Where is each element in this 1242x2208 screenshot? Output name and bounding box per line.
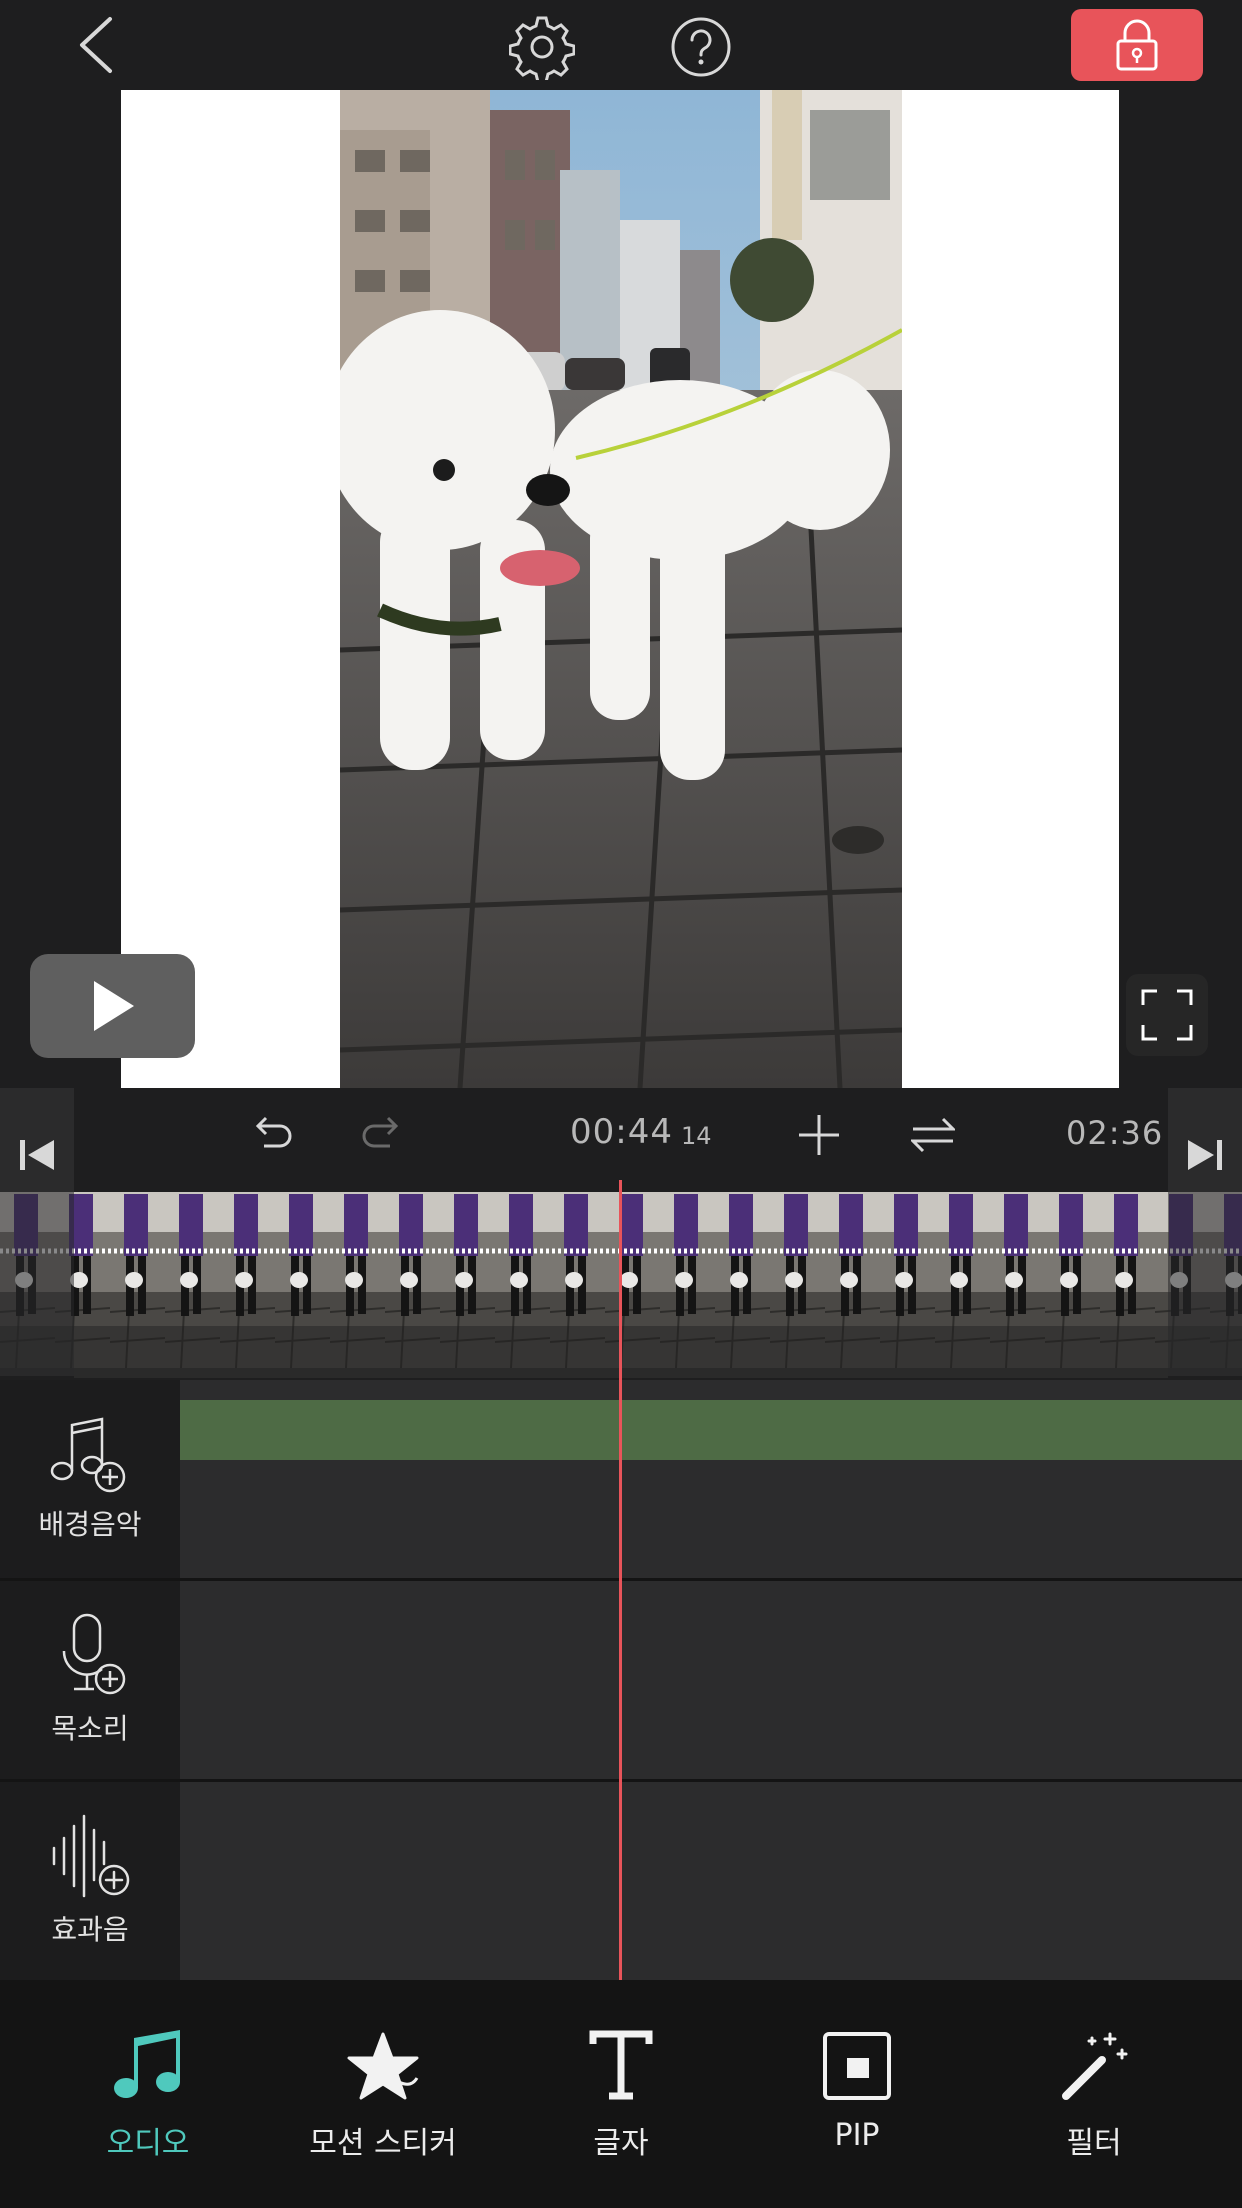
current-time: 00:44 xyxy=(570,1112,673,1152)
magic-wand-icon xyxy=(1062,2032,1128,2100)
voice-lane[interactable] xyxy=(180,1581,1242,1779)
track-label-voice: 목소리 xyxy=(51,1712,129,1745)
tool-motion-sticker-label: 모션 스티커 xyxy=(309,2126,457,2161)
fullscreen-icon xyxy=(1141,989,1193,1041)
redo-icon xyxy=(362,1116,399,1148)
video-preview xyxy=(121,90,1119,1088)
help-button[interactable] xyxy=(664,10,738,84)
skip-end-icon xyxy=(1188,1140,1222,1170)
tool-text-label: 글자 xyxy=(593,2126,649,2161)
plus-icon xyxy=(799,1115,839,1155)
play-icon xyxy=(93,981,134,1031)
lock-button[interactable] xyxy=(1071,9,1203,81)
swap-icon xyxy=(911,1117,955,1153)
back-icon xyxy=(80,17,112,73)
redo-button[interactable] xyxy=(356,1112,408,1158)
bgm-clip[interactable] xyxy=(180,1400,1242,1460)
skip-start-icon xyxy=(20,1140,54,1170)
bgm-lane[interactable] xyxy=(180,1380,1242,1578)
add-sound-effect-button[interactable]: 효과음 xyxy=(0,1782,180,1980)
filmstrip-left-shade xyxy=(0,1192,74,1376)
sfx-lane[interactable] xyxy=(180,1782,1242,1980)
tool-filter[interactable]: 필터 xyxy=(976,2030,1212,2162)
track-label-sfx: 효과음 xyxy=(51,1913,129,1946)
total-time: 02:36 xyxy=(1066,1114,1164,1152)
sound-effect-add-icon xyxy=(52,1814,130,1898)
undo-button[interactable] xyxy=(246,1112,298,1158)
top-bar xyxy=(0,0,1242,90)
swap-button[interactable] xyxy=(908,1112,958,1158)
tool-filter-label: 필터 xyxy=(1066,2126,1122,2161)
tool-pip[interactable]: PIP xyxy=(739,2030,975,2153)
skip-to-end-button[interactable] xyxy=(1182,1132,1228,1178)
lock-icon xyxy=(1116,19,1158,71)
undo-icon xyxy=(255,1116,292,1148)
text-icon xyxy=(589,2030,653,2100)
tool-text[interactable]: 글자 xyxy=(503,2030,739,2162)
add-voice-button[interactable]: 목소리 xyxy=(0,1581,180,1779)
mic-add-icon xyxy=(62,1613,126,1695)
video-scene-image xyxy=(340,90,902,1088)
play-button[interactable] xyxy=(30,954,195,1058)
playhead[interactable] xyxy=(619,1180,622,1982)
gear-icon xyxy=(509,16,575,80)
tool-motion-sticker[interactable]: 모션 스티커 xyxy=(265,2030,501,2162)
back-button[interactable] xyxy=(60,10,130,80)
settings-button[interactable] xyxy=(505,10,579,84)
music-add-icon xyxy=(50,1417,126,1493)
fullscreen-button[interactable] xyxy=(1126,974,1208,1056)
current-frame: 14 xyxy=(681,1122,712,1150)
skip-to-start-button[interactable] xyxy=(14,1132,60,1178)
pip-icon xyxy=(823,2032,891,2100)
filmstrip-right-shade xyxy=(1168,1192,1242,1376)
track-label-bgm: 배경음악 xyxy=(38,1508,142,1541)
music-note-icon xyxy=(114,2030,180,2098)
star-icon xyxy=(347,2032,419,2100)
help-icon xyxy=(671,17,731,77)
add-bgm-button[interactable]: 배경음악 xyxy=(0,1380,180,1578)
tool-audio[interactable]: 오디오 xyxy=(30,2030,266,2162)
tool-audio-label: 오디오 xyxy=(106,2126,190,2161)
video-frame[interactable] xyxy=(340,90,902,1088)
add-clip-button[interactable] xyxy=(794,1112,844,1158)
tool-pip-label: PIP xyxy=(834,2118,880,2153)
